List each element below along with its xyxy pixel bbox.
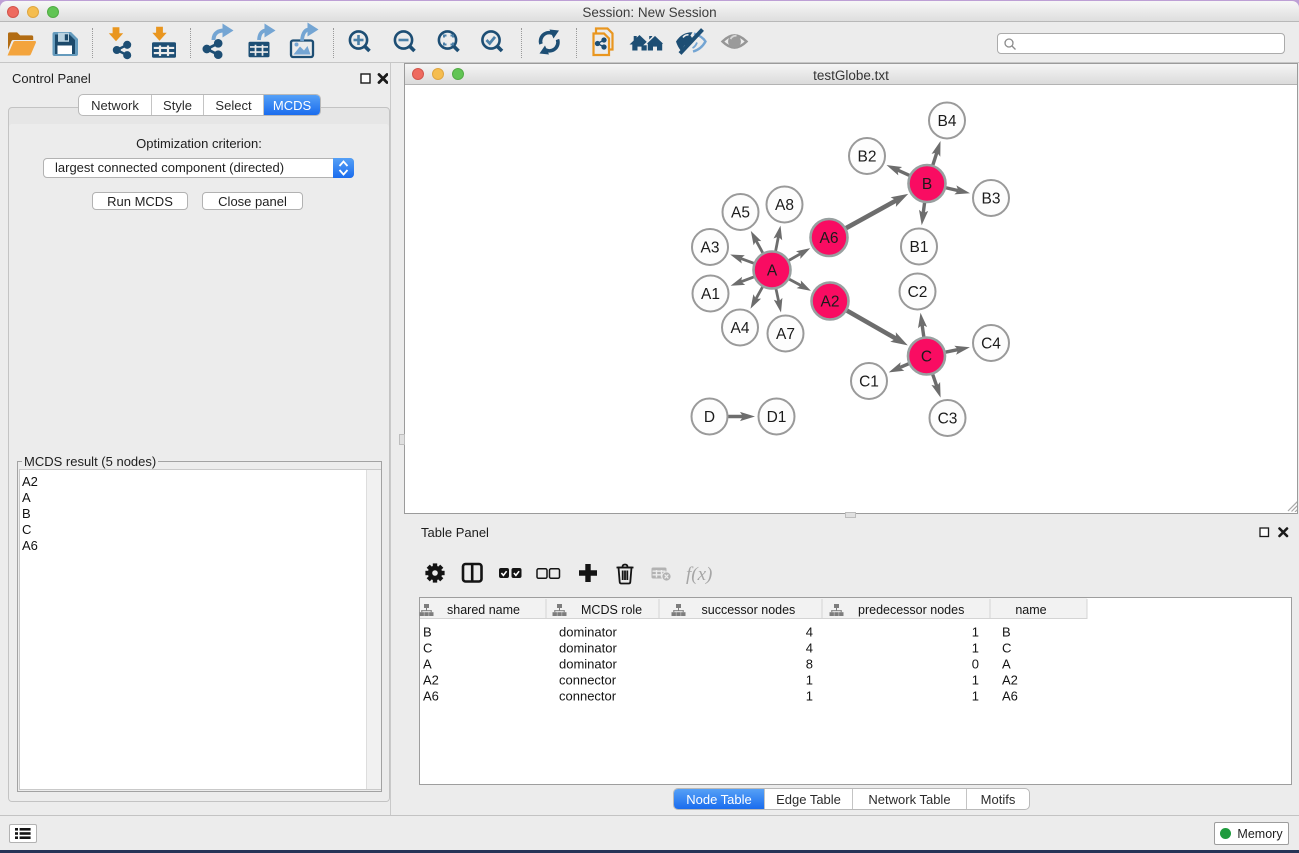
svg-text:A: A bbox=[767, 263, 778, 280]
svg-text:A6: A6 bbox=[423, 689, 439, 704]
svg-text:1: 1 bbox=[972, 641, 979, 656]
svg-text:B1: B1 bbox=[910, 239, 929, 256]
svg-text:B: B bbox=[1002, 625, 1011, 640]
svg-text:A6: A6 bbox=[820, 230, 839, 247]
svg-text:A: A bbox=[1002, 657, 1011, 672]
svg-text:A2: A2 bbox=[1002, 673, 1018, 688]
svg-text:8: 8 bbox=[806, 657, 813, 672]
svg-text:1: 1 bbox=[972, 689, 979, 704]
svg-text:B2: B2 bbox=[858, 149, 877, 166]
svg-text:4: 4 bbox=[806, 641, 813, 656]
svg-text:B: B bbox=[922, 176, 932, 193]
svg-text:C: C bbox=[423, 641, 432, 656]
svg-text:A2: A2 bbox=[821, 294, 840, 311]
svg-text:predecessor nodes: predecessor nodes bbox=[858, 603, 964, 617]
svg-text:A2: A2 bbox=[423, 673, 439, 688]
svg-text:C1: C1 bbox=[859, 374, 879, 391]
svg-text:1: 1 bbox=[972, 673, 979, 688]
svg-text:name: name bbox=[1015, 603, 1046, 617]
svg-text:C4: C4 bbox=[981, 336, 1001, 353]
svg-text:C: C bbox=[921, 349, 932, 366]
svg-text:dominator: dominator bbox=[559, 641, 617, 656]
svg-text:1: 1 bbox=[806, 673, 813, 688]
svg-text:0: 0 bbox=[972, 657, 979, 672]
svg-text:dominator: dominator bbox=[559, 657, 617, 672]
svg-text:dominator: dominator bbox=[559, 625, 617, 640]
svg-text:B3: B3 bbox=[982, 191, 1001, 208]
svg-text:B4: B4 bbox=[938, 113, 957, 130]
svg-text:connector: connector bbox=[559, 689, 617, 704]
svg-text:shared name: shared name bbox=[447, 603, 520, 617]
svg-text:MCDS role: MCDS role bbox=[581, 603, 642, 617]
svg-text:1: 1 bbox=[972, 625, 979, 640]
svg-text:A: A bbox=[423, 657, 432, 672]
svg-text:A6: A6 bbox=[1002, 689, 1018, 704]
svg-text:C2: C2 bbox=[908, 284, 928, 301]
svg-text:D1: D1 bbox=[767, 409, 787, 426]
svg-text:f(x): f(x) bbox=[686, 564, 712, 585]
svg-text:B: B bbox=[423, 625, 432, 640]
svg-text:C3: C3 bbox=[938, 411, 958, 428]
svg-text:4: 4 bbox=[806, 625, 813, 640]
svg-text:connector: connector bbox=[559, 673, 617, 688]
svg-text:1: 1 bbox=[806, 689, 813, 704]
svg-text:successor nodes: successor nodes bbox=[702, 603, 796, 617]
svg-text:A4: A4 bbox=[731, 320, 750, 337]
svg-text:C: C bbox=[1002, 641, 1011, 656]
svg-text:A3: A3 bbox=[701, 240, 720, 257]
svg-text:A5: A5 bbox=[731, 205, 750, 222]
svg-text:A1: A1 bbox=[701, 286, 720, 303]
svg-text:A8: A8 bbox=[775, 197, 794, 214]
svg-text:D: D bbox=[704, 409, 715, 426]
svg-text:A7: A7 bbox=[776, 326, 795, 343]
